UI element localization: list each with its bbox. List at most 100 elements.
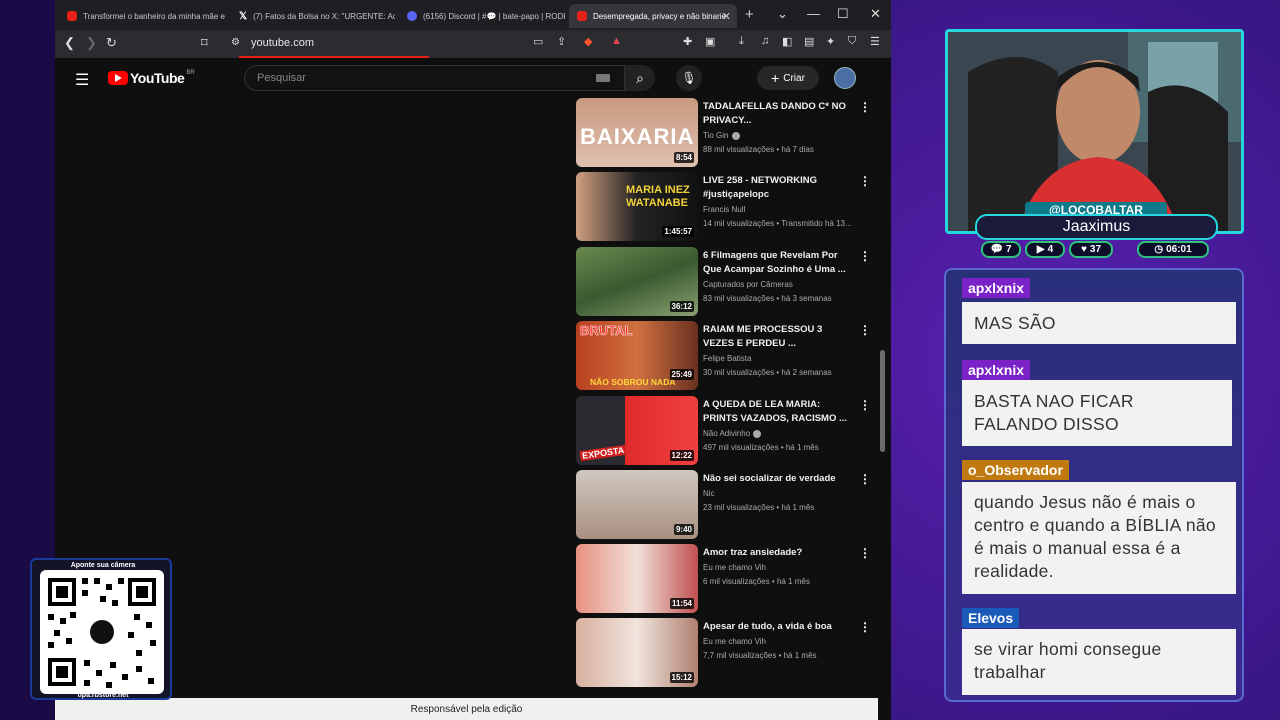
tab-active-desempregada[interactable]: Desempregada, privacy e não binarie ✕ [569,4,737,28]
cast-icon[interactable]: ▭ [533,35,543,48]
tab-label: (7) Fatos da Bolsa no X: "URGENTE: Acab [253,11,395,21]
back-icon[interactable]: ❮ [64,35,75,51]
video-title[interactable]: A QUEDA DE LEA MARIA: PRINTS VAZADOS, RA… [703,398,853,426]
sidebar-icon[interactable]: ◧ [782,35,792,48]
extensions-icon[interactable]: ✚ [683,35,692,48]
video-thumbnail[interactable]: BAIXARIA 8:54 [576,98,698,167]
video-thumbnail[interactable]: BRUTAL NÃO SOBROU NADA 25:49 [576,321,698,390]
more-options-icon[interactable]: ⋮ [859,323,871,337]
more-options-icon[interactable]: ⋮ [859,398,871,412]
video-channel[interactable]: Francis Null [703,205,745,214]
video-item[interactable]: BAIXARIA 8:54 TADALAFELLAS DANDO C* NO P… [576,98,876,170]
video-thumbnail[interactable]: 36:12 [576,247,698,316]
brave-shields-icon[interactable]: ◆ [584,35,592,48]
address-bar[interactable]: youtube.com [251,37,314,49]
page-scrollbar[interactable] [880,350,885,452]
chat-username: apxlxnix [962,360,1031,380]
video-title[interactable]: RAIAM ME PROCESSOU 3 VEZES E PERDEU ... [703,323,853,351]
tab-discord[interactable]: (6156) Discord | #💬 | bate-papo | RODR [399,4,565,28]
video-title[interactable]: Não sei socializar de verdade [703,472,853,486]
video-item[interactable]: 36:12 6 Filmagens que Revelam Por Que Ac… [576,247,876,319]
video-item[interactable]: 11:54 Amor traz ansiedade? Eu me chamo V… [576,544,876,616]
qr-caption-bottom: tipa.rbstore.net [77,692,129,699]
main-menu-icon[interactable]: ☰ [870,35,880,48]
browser-window: Transformei o banheiro da minha mãe e d … [55,0,891,720]
microphone-icon: 🎙 [681,71,697,85]
qr-caption-top: Aponte sua câmera [70,562,136,569]
brave-rewards-icon[interactable]: ▲ [611,35,622,47]
video-title[interactable]: TADALAFELLAS DANDO C* NO PRIVACY... [703,100,853,128]
video-thumbnail[interactable]: 11:54 [576,544,698,613]
video-meta: 14 mil visualizações • Transmitido há 13… [703,219,852,228]
bookmark-icon[interactable]: ⌑ [201,35,208,51]
video-channel[interactable]: Capturados por Câmeras [703,280,793,289]
tab-x-fatos-bolsa[interactable]: 𝕏 (7) Fatos da Bolsa no X: "URGENTE: Aca… [231,4,395,28]
create-button[interactable]: + Criar [757,66,819,90]
video-duration: 8:54 [673,152,694,163]
video-duration: 36:12 [669,301,694,312]
video-thumbnail[interactable]: MARIA INEZ WATANABE 1:45:57 [576,172,698,241]
leo-ai-icon[interactable]: ✦ [826,35,835,48]
verified-icon [731,131,740,140]
more-options-icon[interactable]: ⋮ [859,472,871,486]
video-thumbnail[interactable]: EXPOSTA 12:22 [576,396,698,465]
video-item[interactable]: 15:12 Apesar de tudo, a vida é boa Eu me… [576,618,876,690]
minimize-icon[interactable]: — [807,6,820,21]
reload-icon[interactable]: ↻ [106,35,117,51]
keyboard-icon[interactable] [596,74,610,82]
search-button[interactable]: ⌕ [625,65,655,91]
video-channel[interactable]: Tio Gin [703,131,740,140]
new-tab-icon[interactable]: + [745,6,754,23]
chat-username: apxlxnix [962,278,1031,298]
vpn-icon[interactable]: ⛉ [848,35,856,48]
video-thumbnail[interactable]: 15:12 [576,618,698,687]
video-duration: 12:22 [669,450,694,461]
download-icon[interactable]: ⤓ [739,35,744,48]
video-title[interactable]: Amor traz ansiedade? [703,546,853,560]
qr-code-image [40,570,164,694]
more-options-icon[interactable]: ⋮ [859,100,871,114]
account-avatar[interactable] [834,67,856,89]
video-meta: 83 mil visualizações • há 3 semanas [703,294,832,303]
youtube-play-icon [108,71,128,85]
qr-code-overlay: Aponte sua câmera tipa.rbstore.net [30,558,172,700]
video-channel[interactable]: Eu me chamo Vih [703,637,766,646]
video-item[interactable]: 9:40 Não sei socializar de verdade Nic 2… [576,470,876,542]
youtube-logo[interactable]: YouTube BR [108,70,195,86]
more-options-icon[interactable]: ⋮ [859,546,871,560]
window-menu-chevron-icon[interactable]: ⌄ [777,6,788,22]
status-bar: Responsável pela edição [55,698,878,720]
forward-icon[interactable]: ❯ [86,35,97,51]
maximize-icon[interactable]: ☐ [837,6,849,22]
video-item[interactable]: EXPOSTA 12:22 A QUEDA DE LEA MARIA: PRIN… [576,396,876,468]
video-title[interactable]: LIVE 258 - NETWORKING #justiçapelopc [703,174,853,202]
video-item[interactable]: BRUTAL NÃO SOBROU NADA 25:49 RAIAM ME PR… [576,321,876,393]
more-options-icon[interactable]: ⋮ [859,620,871,634]
stat-clock: ◷ 06:01 [1137,241,1209,258]
video-channel[interactable]: Felipe Batista [703,354,751,363]
close-tab-icon[interactable]: ✕ [722,10,731,23]
more-options-icon[interactable]: ⋮ [859,249,871,263]
video-item[interactable]: MARIA INEZ WATANABE 1:45:57 LIVE 258 - N… [576,172,876,244]
stream-frame: { "browser": { "tabs": [ {"label": "Tran… [0,0,1280,720]
screenshot-icon[interactable]: ▣ [705,35,715,48]
video-channel[interactable]: Eu me chamo Vih [703,563,766,572]
share-icon[interactable]: ⇪ [557,35,566,48]
tab-youtube-banheiro[interactable]: Transformei o banheiro da minha mãe e d [59,4,227,28]
video-title[interactable]: 6 Filmagens que Revelam Por Que Acampar … [703,249,853,277]
wallet-icon[interactable]: ▤ [804,35,814,48]
video-title[interactable]: Apesar de tudo, a vida é boa [703,620,853,634]
media-icon[interactable]: ♫ [761,35,769,47]
video-thumbnail[interactable]: 9:40 [576,470,698,539]
video-duration: 25:49 [669,369,694,380]
hamburger-menu-icon[interactable]: ☰ [75,70,89,90]
close-window-icon[interactable]: ✕ [870,6,881,22]
chat-username: Elevos [962,608,1020,628]
video-channel[interactable]: Não Adivinho [703,429,762,438]
video-meta: 23 mil visualizações • há 1 mês [703,503,815,512]
more-options-icon[interactable]: ⋮ [859,174,871,188]
video-channel[interactable]: Nic [703,489,715,498]
site-settings-icon[interactable]: ⚙ [231,37,240,48]
voice-search-button[interactable]: 🎙 [676,65,702,91]
search-input[interactable]: Pesquisar [244,65,625,91]
